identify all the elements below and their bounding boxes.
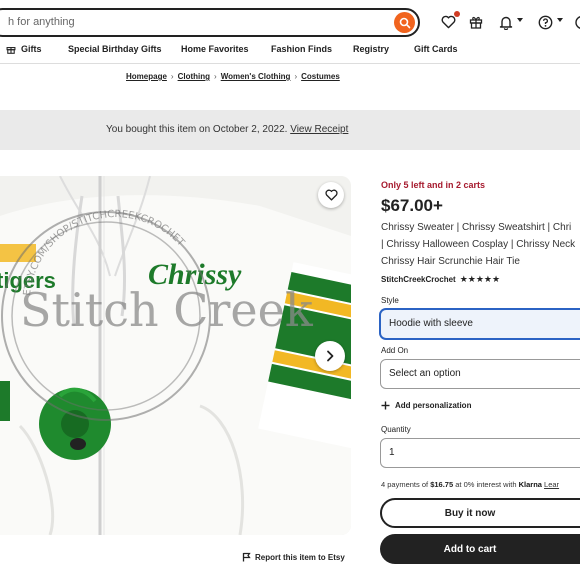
report-item-link[interactable]: Report this item to Etsy [242, 552, 345, 562]
heart-icon [324, 189, 338, 201]
style-label: Style [381, 296, 399, 305]
hoodie-photo: tigers Chrissy Stitch Creek ETSY.COM/SHO… [0, 176, 351, 535]
breadcrumb-clothing[interactable]: Clothing [178, 72, 210, 81]
nav-item-registry[interactable]: Registry [353, 44, 389, 54]
shop-info: StitchCreekCrochet ★★★★★ [381, 274, 500, 285]
report-item-label: Report this item to Etsy [255, 552, 345, 562]
search-button[interactable] [394, 12, 415, 33]
chevron-right-icon: › [214, 72, 217, 81]
nav-divider [0, 63, 580, 64]
notification-dot [454, 11, 460, 17]
purchase-banner-text: You bought this item on October 2, 2022.… [106, 124, 348, 135]
breadcrumb: Homepage › Clothing › Women's Clothing › Costu… [126, 72, 340, 81]
chevron-right-icon [327, 350, 334, 362]
gift-icon [469, 16, 483, 29]
klarna-logo: Klarna [518, 480, 542, 489]
addon-select[interactable]: Select an option [380, 359, 580, 389]
nav-item-gifts[interactable]: Gifts [6, 44, 42, 54]
gift-mode-button[interactable] [467, 13, 485, 31]
add-personalization-label: Add personalization [395, 401, 472, 410]
search-bar[interactable] [0, 8, 420, 37]
buy-it-now-button[interactable]: Buy it now [380, 498, 580, 528]
breadcrumb-costumes[interactable]: Costumes [301, 72, 340, 81]
cart-icon [575, 15, 580, 29]
chevron-right-icon: › [294, 72, 298, 81]
quantity-label: Quantity [381, 425, 411, 434]
breadcrumb-womens-clothing[interactable]: Women's Clothing [221, 72, 291, 81]
chevron-down-icon[interactable] [557, 18, 563, 22]
nav-item-fashion-finds[interactable]: Fashion Finds [271, 44, 332, 54]
cart-button[interactable] [573, 13, 580, 31]
shop-name-link[interactable]: StitchCreekCrochet [381, 275, 456, 284]
gift-icon [6, 47, 16, 54]
breadcrumb-homepage[interactable]: Homepage [126, 72, 167, 81]
price: $67.00+ [381, 196, 443, 215]
listing-image[interactable]: tigers Chrissy Stitch Creek ETSY.COM/SHO… [0, 176, 351, 535]
add-personalization-button[interactable]: Add personalization [381, 401, 471, 410]
search-input[interactable] [8, 16, 368, 28]
purchase-date-text: You bought this item on October 2, 2022. [106, 124, 288, 135]
nav-item-special-birthday-gifts[interactable]: Special Birthday Gifts [68, 44, 162, 54]
klarna-suffix: at 0% interest with [453, 480, 519, 489]
klarna-learn-more-link[interactable]: Lear [544, 480, 559, 489]
plus-icon [381, 401, 390, 410]
favorite-button[interactable] [318, 182, 344, 208]
addon-label: Add On [381, 346, 409, 355]
listing-title-line-2: | Chrissy Halloween Cosplay | Chrissy Ne… [381, 239, 576, 250]
listing-title-line-3: Chrissy Hair Scrunchie Hair Tie [381, 256, 520, 267]
favorites-button[interactable] [439, 11, 460, 31]
watermark-text: Stitch Creek [20, 283, 314, 337]
style-select[interactable]: Hoodie with sleeve [380, 309, 580, 339]
klarna-amount: $16.75 [430, 480, 454, 489]
chevron-right-icon: › [170, 72, 174, 81]
purchase-banner: You bought this item on October 2, 2022.… [0, 110, 580, 150]
stock-notice: Only 5 left and in 2 carts [381, 180, 486, 190]
next-image-button[interactable] [315, 341, 345, 371]
chevron-down-icon[interactable] [517, 18, 523, 22]
view-receipt-link[interactable]: View Receipt [290, 124, 348, 135]
quantity-select[interactable]: 1 [380, 438, 580, 468]
heart-icon [441, 15, 455, 29]
search-icon [399, 17, 410, 28]
listing-title-line-1: Chrissy Sweater | Chrissy Sweatshirt | C… [381, 222, 572, 233]
rating-stars: ★★★★★ [459, 274, 501, 284]
klarna-prefix: 4 payments of [381, 480, 431, 489]
help-icon [538, 15, 552, 29]
notifications-button[interactable] [497, 13, 515, 31]
help-button[interactable] [536, 13, 554, 31]
add-to-cart-button[interactable]: Add to cart [380, 534, 580, 564]
bell-icon [499, 16, 513, 30]
category-nav: Gifts Special Birthday Gifts Home Favori… [0, 42, 580, 60]
nav-item-home-favorites[interactable]: Home Favorites [181, 44, 249, 54]
klarna-installments: 4 payments of $16.75 at 0% interest with… [381, 480, 559, 489]
nav-item-gift-cards[interactable]: Gift Cards [414, 44, 458, 54]
flag-icon [242, 552, 251, 562]
nav-item-label: Gifts [21, 44, 42, 54]
